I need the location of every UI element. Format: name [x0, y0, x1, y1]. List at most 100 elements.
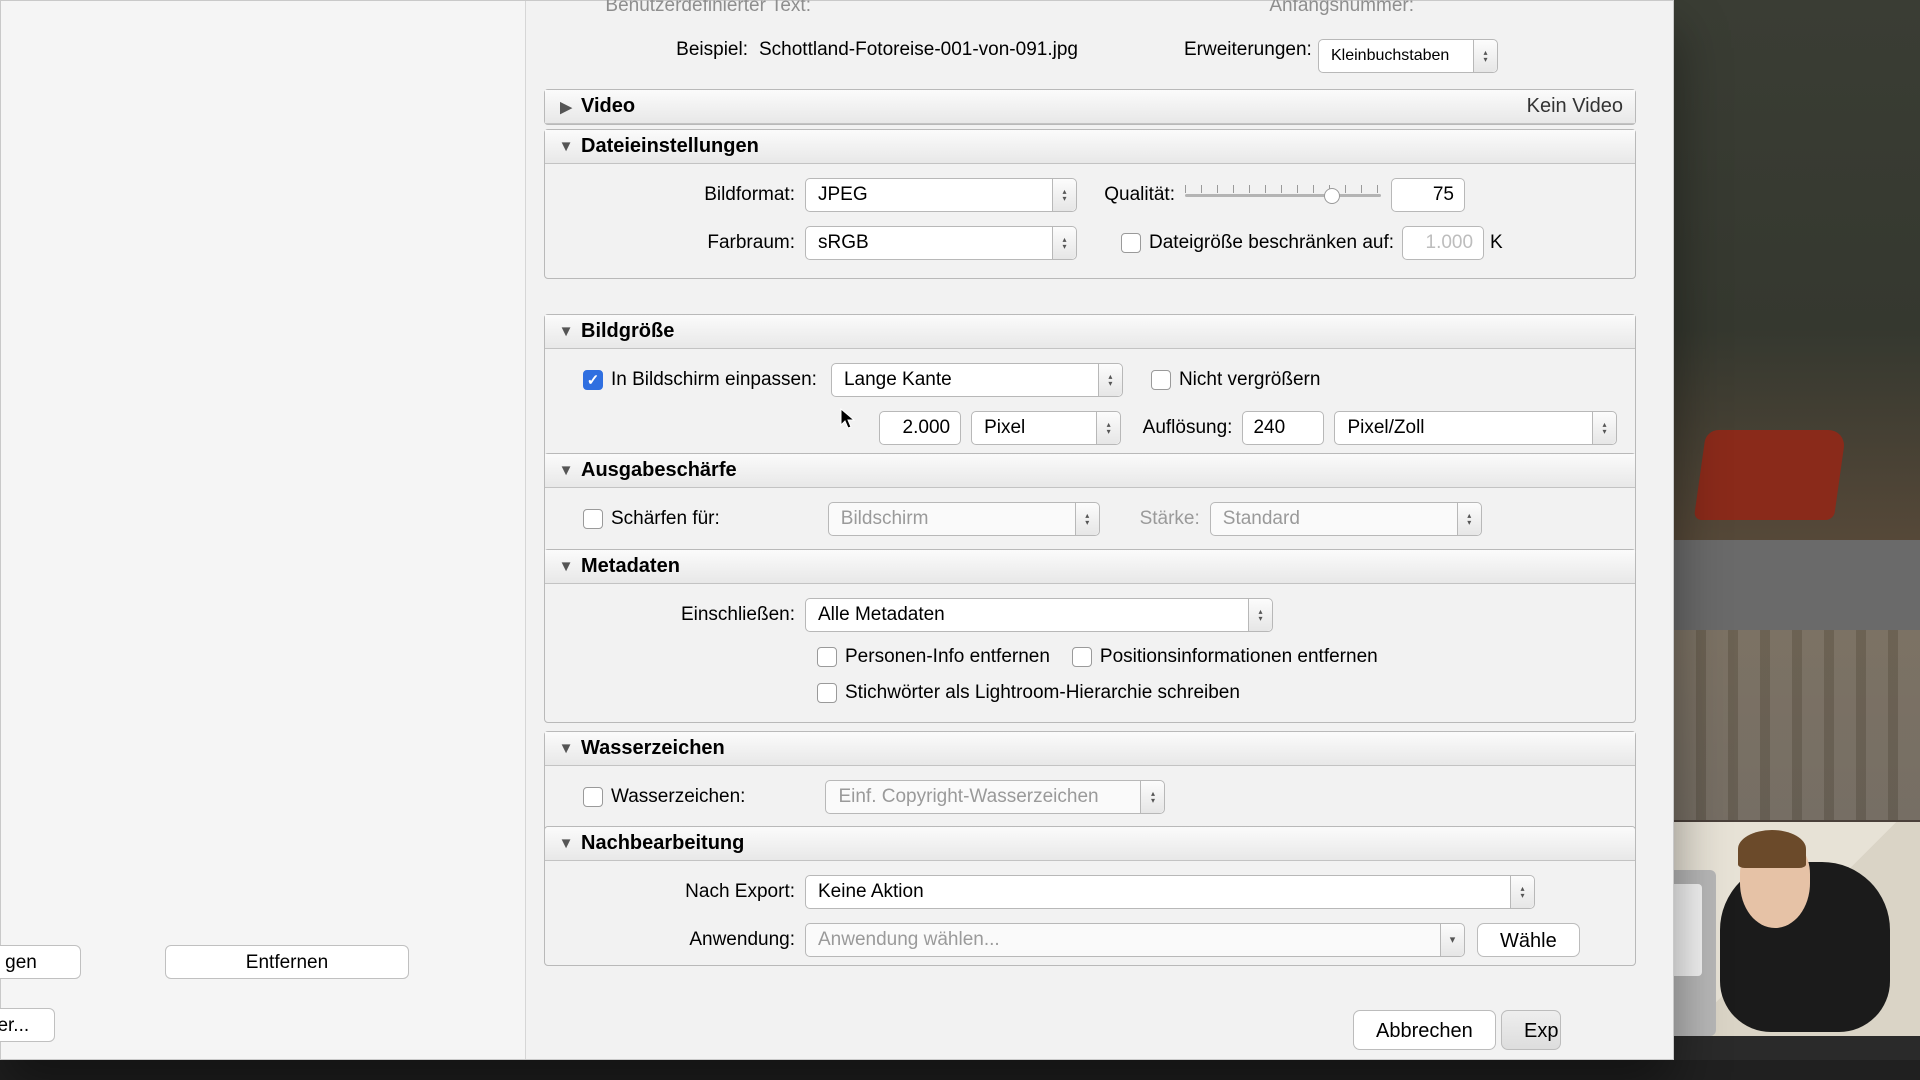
colorspace-value: sRGB [818, 232, 869, 254]
disclosure-down-icon [557, 558, 575, 575]
section-image-size-header[interactable]: Bildgröße [545, 315, 1635, 349]
sharpen-target-value: Bildschirm [841, 508, 929, 530]
stepper-arrows-icon [1096, 412, 1120, 444]
quality-slider[interactable] [1185, 183, 1381, 207]
resolution-unit-select[interactable]: Pixel/Zoll [1334, 411, 1617, 445]
resize-to-fit-checkbox[interactable] [583, 370, 603, 390]
sharpen-target-select[interactable]: Bildschirm [828, 502, 1100, 536]
custom-text-label: Benutzerdefinierter Text: [544, 0, 811, 17]
cancel-button[interactable]: Abbrechen [1353, 1010, 1496, 1050]
section-watermark-header[interactable]: Wasserzeichen [545, 732, 1635, 766]
remove-location-label: Positionsinformationen entfernen [1100, 646, 1378, 668]
remove-location-checkbox[interactable] [1072, 647, 1092, 667]
sharpen-label: Schärfen für: [611, 508, 720, 530]
watermark-select[interactable]: Einf. Copyright-Wasserzeichen [825, 780, 1165, 814]
disclosure-down-icon [557, 138, 575, 155]
add-preset-button[interactable]: gen [0, 945, 81, 979]
sharpen-checkbox[interactable] [583, 509, 603, 529]
section-video-status: Kein Video [1527, 95, 1623, 118]
extensions-select[interactable]: Kleinbuchstaben [1318, 39, 1498, 73]
image-format-select[interactable]: JPEG [805, 178, 1077, 212]
export-button[interactable]: Exp [1501, 1010, 1561, 1050]
stepper-arrows-icon [1457, 503, 1481, 535]
application-label: Anwendung: [563, 929, 805, 951]
resolution-label: Auflösung: [1127, 417, 1242, 439]
metadata-include-select[interactable]: Alle Metadaten [805, 598, 1273, 632]
section-file-settings: Dateieinstellungen Bildformat: JPEG Qual… [544, 129, 1636, 279]
fit-mode-value: Lange Kante [844, 369, 952, 391]
dimension-unit-select[interactable]: Pixel [971, 411, 1121, 445]
application-select[interactable]: Anwendung wählen... [805, 923, 1465, 957]
stepper-arrows-icon [1510, 876, 1534, 908]
section-output-sharpening-header[interactable]: Ausgabeschärfe [545, 454, 1635, 488]
limit-filesize-label: Dateigröße beschränken auf: [1149, 232, 1394, 254]
section-metadata: Metadaten Einschließen: Alle Metadaten P… [544, 549, 1636, 723]
remove-preset-button[interactable]: Entfernen [165, 945, 409, 979]
stepper-arrows-icon [1473, 40, 1497, 72]
watermark-checkbox[interactable] [583, 787, 603, 807]
section-post-processing-header[interactable]: Nachbearbeitung [545, 827, 1635, 861]
sharpen-strength-label: Stärke: [1122, 508, 1210, 530]
after-export-select[interactable]: Keine Aktion [805, 875, 1535, 909]
section-watermark-title: Wasserzeichen [581, 737, 725, 760]
dimension-input[interactable] [879, 411, 961, 445]
example-label: Beispiel: [654, 39, 748, 61]
start-number-label: Anfangsnummer: [1184, 0, 1414, 17]
limit-filesize-checkbox[interactable] [1121, 233, 1141, 253]
section-metadata-title: Metadaten [581, 555, 680, 578]
background-road [1674, 540, 1920, 630]
extensions-label: Erweiterungen: [1184, 39, 1308, 61]
resolution-input[interactable] [1242, 411, 1324, 445]
stepper-arrows-icon [1052, 179, 1076, 211]
fit-mode-select[interactable]: Lange Kante [831, 363, 1123, 397]
sharpen-strength-value: Standard [1223, 508, 1300, 530]
stepper-arrows-icon [1592, 412, 1616, 444]
stepper-arrows-icon [1098, 364, 1122, 396]
disclosure-down-icon [557, 462, 575, 479]
background-car [1694, 430, 1847, 520]
remove-person-info-label: Personen-Info entfernen [845, 646, 1050, 668]
section-video-title: Video [581, 95, 635, 118]
stepper-arrows-icon [1248, 599, 1272, 631]
disclosure-right-icon [557, 98, 575, 116]
section-image-size: Bildgröße In Bildschirm einpassen: Lange… [544, 314, 1636, 464]
section-metadata-header[interactable]: Metadaten [545, 550, 1635, 584]
quality-slider-thumb[interactable] [1324, 188, 1340, 204]
quality-input[interactable] [1391, 178, 1465, 212]
dimension-unit-value: Pixel [984, 417, 1025, 439]
watermark-label: Wasserzeichen: [611, 786, 745, 808]
section-watermark: Wasserzeichen Wasserzeichen: Einf. Copyr… [544, 731, 1636, 833]
preset-dropdown-button[interactable]: ger... [0, 1008, 55, 1042]
choose-application-button[interactable]: Wähle [1477, 923, 1580, 957]
example-filename: Schottland-Fotoreise-001-von-091.jpg [759, 39, 1078, 61]
after-export-label: Nach Export: [563, 881, 805, 903]
image-format-value: JPEG [818, 184, 868, 206]
write-keyword-hierarchy-checkbox[interactable] [817, 683, 837, 703]
chevron-down-icon [1440, 924, 1464, 956]
section-video-header[interactable]: Video Kein Video [545, 90, 1635, 124]
disclosure-down-icon [557, 323, 575, 340]
sharpen-strength-select[interactable]: Standard [1210, 502, 1482, 536]
section-output-sharpening-title: Ausgabeschärfe [581, 459, 737, 482]
no-enlarge-checkbox[interactable] [1151, 370, 1171, 390]
limit-filesize-input[interactable] [1402, 226, 1484, 260]
metadata-include-value: Alle Metadaten [818, 604, 945, 626]
stepper-arrows-icon [1052, 227, 1076, 259]
section-video: Video Kein Video [544, 89, 1636, 125]
resolution-unit-value: Pixel/Zoll [1347, 417, 1424, 439]
section-post-processing-title: Nachbearbeitung [581, 832, 744, 855]
disclosure-down-icon [557, 740, 575, 757]
preset-sidebar: gen Entfernen ger... [1, 1, 526, 1059]
section-post-processing: Nachbearbeitung Nach Export: Keine Aktio… [544, 826, 1636, 966]
section-file-settings-header[interactable]: Dateieinstellungen [545, 130, 1635, 164]
application-placeholder: Anwendung wählen... [818, 929, 1000, 951]
colorspace-select[interactable]: sRGB [805, 226, 1077, 260]
remove-person-info-checkbox[interactable] [817, 647, 837, 667]
watermark-value: Einf. Copyright-Wasserzeichen [838, 786, 1098, 808]
after-export-value: Keine Aktion [818, 881, 924, 903]
stepper-arrows-icon [1075, 503, 1099, 535]
metadata-include-label: Einschließen: [563, 604, 805, 626]
write-keyword-hierarchy-label: Stichwörter als Lightroom-Hierarchie sch… [845, 682, 1240, 704]
export-dialog: gen Entfernen ger... Benutzerdefinierter… [0, 0, 1674, 1060]
background-bottom-bar [0, 1060, 1920, 1080]
